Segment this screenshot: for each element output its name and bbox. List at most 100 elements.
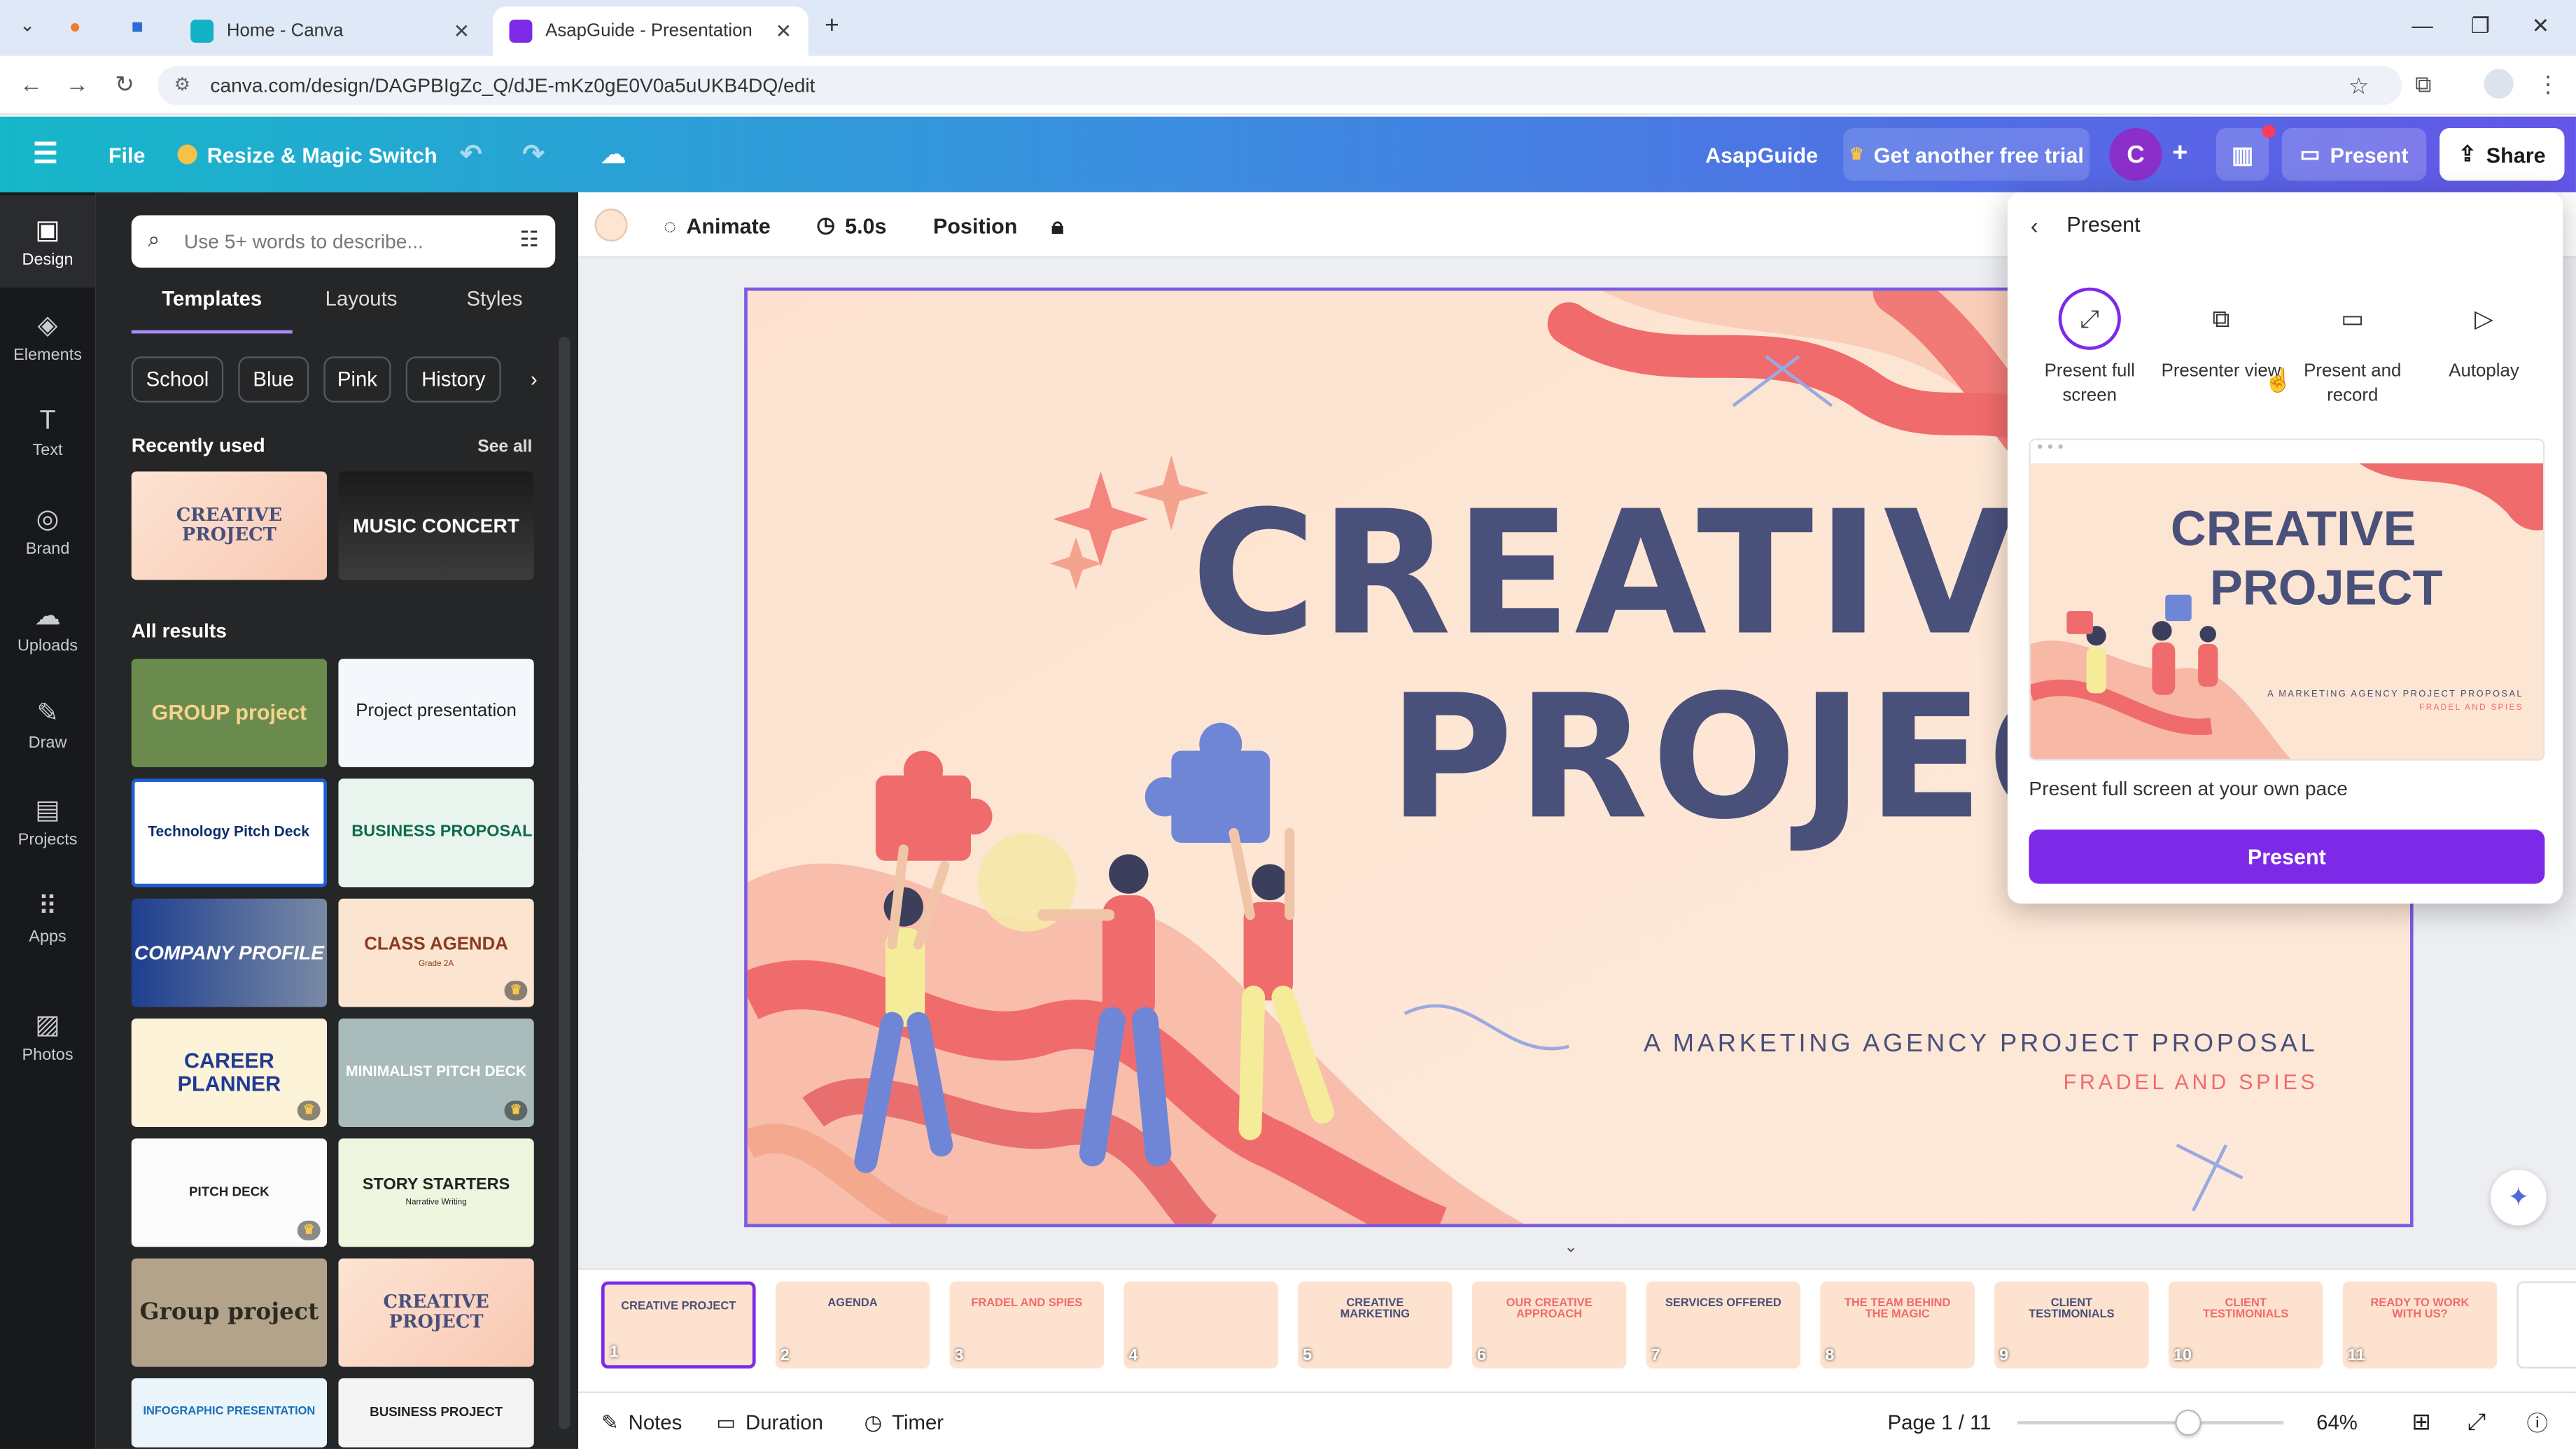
chip-history[interactable]: History [405, 356, 501, 402]
back-icon[interactable]: ← [20, 71, 43, 97]
tab-list-icon[interactable]: ⌄ [20, 15, 35, 36]
filter-icon[interactable]: ☷ [519, 227, 538, 253]
template-thumb[interactable]: Technology Pitch Deck [131, 778, 328, 888]
panel-scrollbar[interactable] [558, 337, 570, 1429]
minimize-icon[interactable]: — [2412, 13, 2433, 38]
user-avatar[interactable]: C [2109, 128, 2162, 181]
slide-title-line1[interactable]: CREATIVE [1191, 488, 2136, 659]
template-thumb[interactable]: CAREER PLANNER ♛ [131, 1018, 328, 1127]
url-field[interactable]: ⚙ canva.com/design/DAGPBIgZc_Q/dJE-mKz0g… [158, 65, 2402, 106]
tab-styles[interactable]: Styles [467, 288, 523, 311]
page-thumb[interactable]: THE TEAM BEHIND THE MAGIC 8 [1820, 1281, 1975, 1368]
tab-asapguide[interactable]: AsapGuide - Presentation ✕ [493, 6, 808, 56]
insights-chart-icon[interactable]: ▥ [2216, 128, 2269, 181]
template-thumb[interactable]: INFOGRAPHIC PRESENTATION [131, 1378, 328, 1448]
page-thumb[interactable]: CLIENT TESTIMONIALS 10 [2168, 1281, 2323, 1368]
zoom-slider-track[interactable] [2017, 1421, 2284, 1424]
cloud-saved-icon[interactable]: ☁ [601, 117, 626, 192]
duration-toggle-button[interactable]: ▭ Duration [716, 1393, 823, 1449]
rail-item-text[interactable]: T Text [0, 388, 95, 479]
fullscreen-icon[interactable]: ⤢ [2468, 1393, 2486, 1449]
hamburger-menu-icon[interactable]: ☰ [33, 117, 58, 192]
rail-item-uploads[interactable]: ☁ Uploads [0, 582, 95, 673]
option-autoplay[interactable]: ▷ Autoplay [2418, 271, 2550, 385]
back-arrow-icon[interactable]: ‹ [2031, 212, 2038, 239]
page-thumb[interactable]: SERVICES OFFERED 7 [1646, 1281, 1801, 1368]
add-collaborator-icon[interactable]: + [2162, 128, 2199, 181]
page-thumb[interactable]: AGENDA 2 [775, 1281, 930, 1368]
extensions-icon[interactable]: ⧉ [2415, 71, 2431, 99]
resize-magic-switch-button[interactable]: Resize & Magic Switch [177, 117, 438, 192]
restore-icon[interactable]: ❐ [2471, 13, 2490, 40]
rail-item-draw[interactable]: ✎ Draw [0, 678, 95, 770]
bookmark-star-icon[interactable]: ☆ [2348, 66, 2369, 105]
duration-button[interactable]: ◷ 5.0s [816, 192, 886, 258]
template-search-input[interactable]: ⌕ Use 5+ words to describe... ☷ [131, 215, 556, 268]
template-thumb[interactable]: MINIMALIST PITCH DECK ♛ [338, 1018, 534, 1127]
file-menu[interactable]: File [108, 117, 146, 192]
animate-button[interactable]: ◌ Animate [664, 192, 771, 258]
template-thumb[interactable]: Group project [131, 1258, 328, 1367]
template-thumb[interactable]: CREATIVE PROJECT [338, 1258, 534, 1367]
tab-templates[interactable]: Templates [132, 288, 293, 311]
rail-item-projects[interactable]: ▤ Projects [0, 776, 95, 867]
chips-next-icon[interactable]: › [516, 356, 552, 402]
slide-byline[interactable]: FRADEL AND SPIES [1766, 1070, 2318, 1094]
browser-menu-icon[interactable]: ⋮ [2537, 71, 2560, 99]
zoom-percent[interactable]: 64% [2316, 1393, 2358, 1449]
template-thumb[interactable]: STORY STARTERS Narrative Writing [338, 1138, 534, 1247]
option-present-full-screen[interactable]: ⤢ Present full screen [2024, 271, 2155, 410]
zoom-slider-thumb[interactable] [2174, 1409, 2202, 1436]
undo-icon[interactable]: ↶ [460, 117, 482, 192]
timer-button[interactable]: ◷ Timer [864, 1393, 944, 1449]
chip-school[interactable]: School [131, 356, 224, 402]
template-thumb[interactable]: Project presentation [338, 659, 534, 768]
position-button[interactable]: Position [933, 192, 1017, 258]
close-tab-icon[interactable]: ✕ [776, 20, 792, 43]
page-thumb[interactable]: FRADEL AND SPIES 3 [949, 1281, 1105, 1368]
page-thumb[interactable]: CREATIVE MARKETING 5 [1298, 1281, 1452, 1368]
share-button[interactable]: ⇪ Share [2440, 128, 2565, 181]
new-tab-icon[interactable]: + [825, 11, 839, 39]
expand-filmstrip-icon[interactable]: ⌄ [1564, 1239, 1578, 1257]
template-thumb[interactable]: CLASS AGENDA Grade 2A ♛ [338, 898, 534, 1007]
template-thumb[interactable]: BUSINESS PROPOSAL [338, 778, 534, 888]
rail-item-design[interactable]: ▣ Design [0, 195, 96, 288]
close-window-icon[interactable]: ✕ [2532, 13, 2550, 40]
tab-home-canva[interactable]: Home - Canva ✕ [174, 6, 486, 55]
rail-item-photos[interactable]: ▨ Photos [0, 990, 95, 1082]
template-thumb[interactable]: COMPANY PROFILE [131, 898, 328, 1007]
background-color-swatch[interactable] [594, 192, 628, 258]
pinned-tab-icon[interactable]: ● [69, 15, 81, 38]
page-indicator[interactable]: Page 1 / 11 [1888, 1393, 1991, 1449]
tab-layouts[interactable]: Layouts [326, 288, 398, 311]
magic-assistant-icon[interactable]: ✦ [2490, 1169, 2547, 1226]
chip-pink[interactable]: Pink [323, 356, 391, 402]
template-thumb[interactable]: CREATIVE PROJECT [131, 471, 328, 580]
document-title[interactable]: AsapGuide [1705, 117, 1818, 192]
rail-item-apps[interactable]: ⠿ Apps [0, 872, 95, 964]
page-thumb[interactable]: 4 [1124, 1281, 1278, 1368]
present-confirm-button[interactable]: Present [2029, 830, 2545, 884]
rail-item-brand[interactable]: ◎ Brand [0, 484, 95, 576]
close-tab-icon[interactable]: ✕ [454, 20, 470, 43]
reload-icon[interactable]: ↻ [115, 71, 134, 99]
notes-button[interactable]: ✎ Notes [601, 1393, 682, 1449]
slide-title-line2[interactable]: PROJECT [1388, 672, 2232, 843]
grid-view-icon[interactable]: ⊞ [2412, 1393, 2431, 1449]
redo-icon[interactable]: ↷ [522, 117, 544, 192]
template-thumb[interactable]: GROUP project [131, 659, 328, 768]
profile-avatar[interactable] [2484, 69, 2514, 99]
help-icon[interactable]: ⓘ [2527, 1393, 2549, 1449]
template-thumb[interactable]: BUSINESS PROJECT [338, 1378, 534, 1448]
template-thumb[interactable]: MUSIC CONCERT [338, 471, 534, 580]
page-thumb[interactable]: READY TO WORK WITH US? 11 [2342, 1281, 2498, 1368]
option-present-and-record[interactable]: ▭ Present and record [2287, 271, 2418, 410]
free-trial-button[interactable]: ♛ Get another free trial [1843, 128, 2090, 181]
page-thumb[interactable]: CLIENT TESTIMONIALS 9 [1994, 1281, 2149, 1368]
add-page-thumb[interactable] [2516, 1281, 2576, 1368]
present-button[interactable]: ▭ Present [2281, 128, 2427, 181]
page-thumb[interactable]: CREATIVE PROJECT 1 [601, 1281, 756, 1368]
rail-item-elements[interactable]: ◈ Elements [0, 290, 95, 382]
slide-subtitle[interactable]: A MARKETING AGENCY PROJECT PROPOSAL [1602, 1030, 2318, 1060]
